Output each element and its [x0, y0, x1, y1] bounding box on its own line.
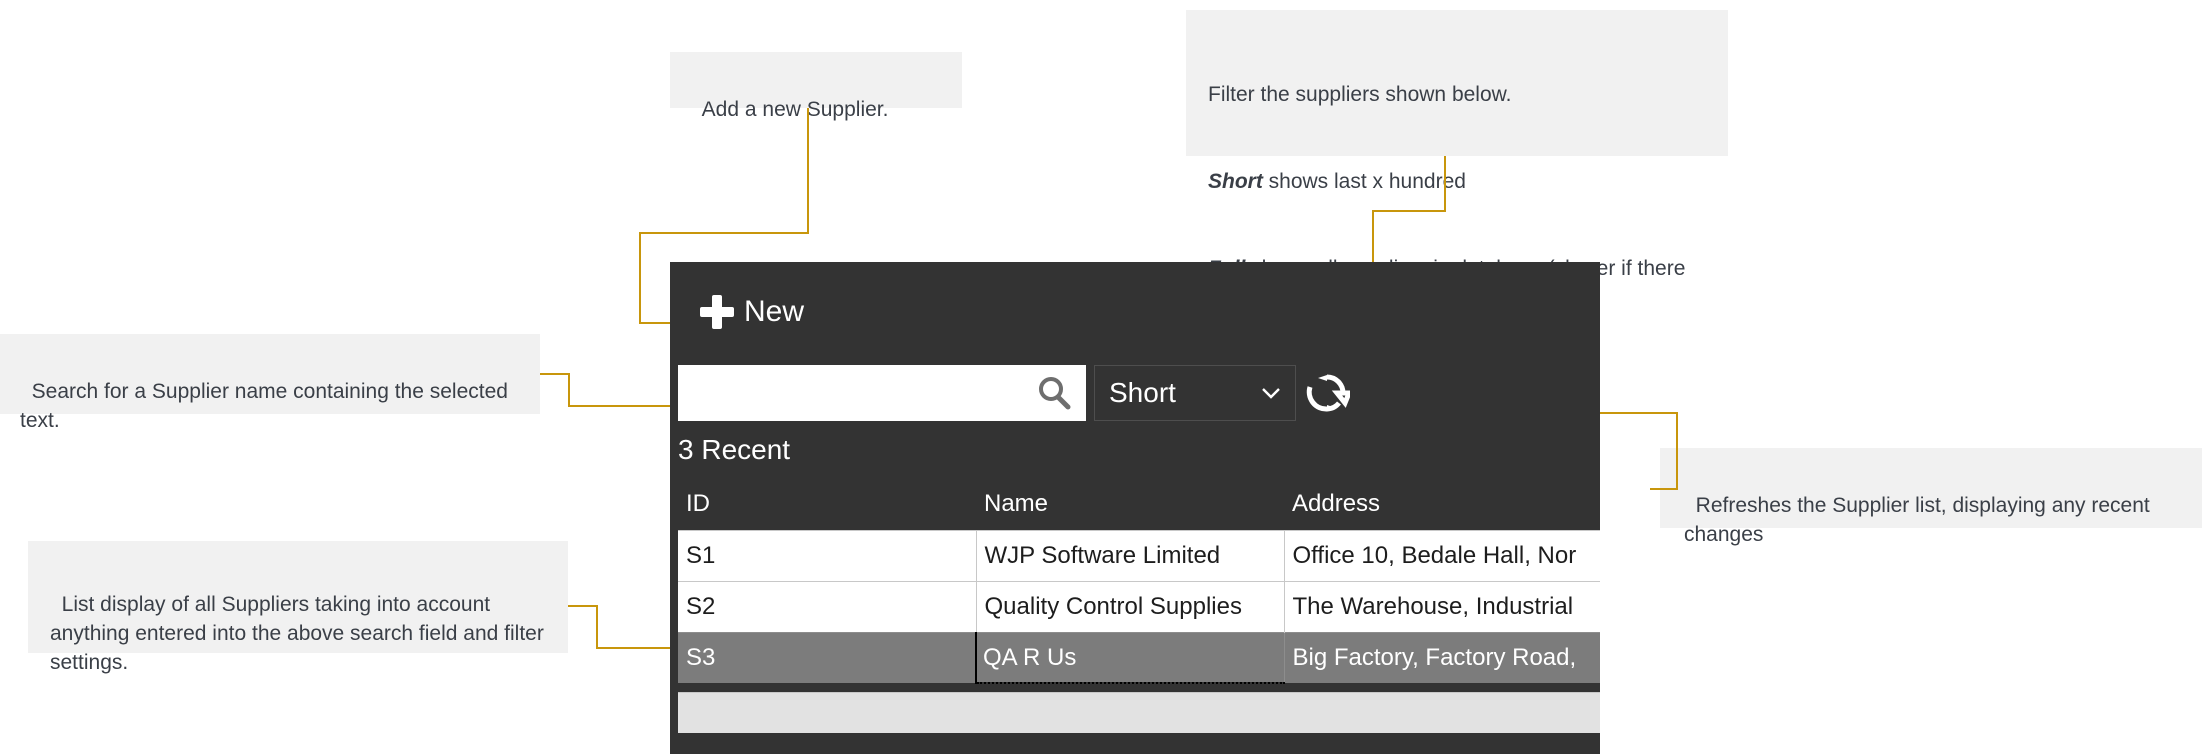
- supplier-table: ID Name Address S1 WJP Software Limited …: [678, 490, 1600, 684]
- callout-filter-line-1: Filter the suppliers shown below.: [1208, 83, 1512, 106]
- callout-filter-short-label: Short: [1208, 170, 1263, 193]
- cell-address[interactable]: Office 10, Bedale Hall, Nor: [1284, 530, 1600, 582]
- leader-filter-segment-1: [1444, 156, 1446, 212]
- callout-list-description: List display of all Suppliers taking int…: [28, 541, 568, 674]
- cell-name-focused[interactable]: QA R Us: [975, 632, 1285, 684]
- cell-id[interactable]: S2: [678, 581, 977, 633]
- leader-refresh-segment-2: [1676, 412, 1678, 490]
- recent-count-label: 3 Recent: [678, 434, 791, 465]
- callout-refresh-description: Refreshes the Supplier list, displaying …: [1660, 448, 2202, 546]
- supplier-list-panel: New Short 3 Recent ID Name Address S1 WJ…: [670, 262, 1600, 754]
- leader-search-segment-1: [540, 373, 570, 375]
- refresh-icon: [1306, 374, 1350, 412]
- leader-search-segment-2: [568, 373, 570, 407]
- leader-list-segment-2: [596, 605, 598, 649]
- cell-address[interactable]: The Warehouse, Industrial: [1284, 581, 1600, 633]
- callout-search-description: Search for a Supplier name containing th…: [0, 334, 540, 432]
- callout-refresh-text: Refreshes the Supplier list, displaying …: [1684, 494, 2156, 546]
- cell-id[interactable]: S1: [678, 530, 977, 582]
- table-row[interactable]: S2 Quality Control Supplies The Warehous…: [678, 581, 1600, 633]
- cell-address[interactable]: Big Factory, Factory Road,: [1284, 632, 1600, 683]
- leader-refresh-segment-3: [1650, 488, 1678, 490]
- leader-new-segment-2: [639, 232, 809, 234]
- leader-list-segment-1: [568, 605, 598, 607]
- cell-name[interactable]: WJP Software Limited: [976, 530, 1285, 582]
- table-row-selected[interactable]: S3 QA R Us Big Factory, Factory Road,: [678, 632, 1600, 684]
- callout-add-new-supplier-text: Add a new Supplier.: [701, 98, 889, 121]
- leader-new-segment-1: [807, 108, 809, 233]
- table-header-row: ID Name Address: [678, 490, 1600, 531]
- plus-icon: [700, 295, 734, 329]
- column-header-address[interactable]: Address: [1284, 490, 1600, 531]
- filter-select-value: Short: [1109, 377, 1176, 408]
- callout-add-new-supplier: Add a new Supplier.: [670, 52, 962, 121]
- filter-select[interactable]: Short: [1094, 365, 1296, 421]
- cell-name[interactable]: Quality Control Supplies: [976, 581, 1285, 633]
- search-field-wrapper: [678, 365, 1086, 421]
- refresh-button[interactable]: [1296, 365, 1358, 421]
- search-row: Short: [678, 365, 1592, 421]
- leader-filter-segment-2: [1372, 210, 1446, 212]
- callout-list-text: List display of all Suppliers taking int…: [50, 593, 550, 674]
- search-icon[interactable]: [1026, 365, 1082, 421]
- callout-filter-description: Filter the suppliers shown below. Short …: [1186, 10, 1728, 309]
- callout-filter-line-2: Short shows last x hundred: [1208, 167, 1706, 196]
- column-header-id[interactable]: ID: [678, 490, 976, 531]
- cell-id[interactable]: S3: [678, 632, 977, 683]
- new-supplier-button-label: New: [744, 295, 805, 328]
- callout-filter-short-rest: shows last x hundred: [1262, 170, 1466, 193]
- chevron-down-icon: [1262, 388, 1280, 399]
- table-row[interactable]: S1 WJP Software Limited Office 10, Bedal…: [678, 530, 1600, 582]
- callout-search-text: Search for a Supplier name containing th…: [20, 380, 514, 432]
- leader-new-segment-3: [639, 232, 641, 323]
- new-supplier-button[interactable]: New: [700, 284, 804, 340]
- column-header-name[interactable]: Name: [976, 490, 1284, 531]
- table-horizontal-scrollbar[interactable]: [678, 692, 1600, 733]
- search-input[interactable]: [678, 365, 1026, 421]
